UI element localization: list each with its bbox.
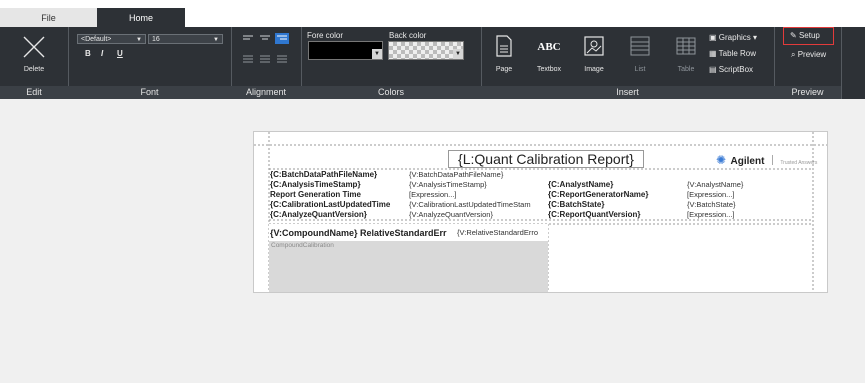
label-analyst-name[interactable]: {C:AnalystName} — [548, 180, 684, 189]
label-analysis-timestamp[interactable]: {C:AnalysisTimeStamp} — [270, 180, 406, 189]
group-label-preview: Preview — [774, 86, 841, 99]
label-report-generator-name[interactable]: {C:ReportGeneratorName} — [548, 190, 684, 199]
label-batch-data-path[interactable]: {C:BatchDataPathFileName} — [270, 170, 406, 179]
underline-button[interactable]: U — [117, 49, 123, 58]
value-batch-data-path[interactable]: {V:BatchDataPathFileName} — [409, 170, 545, 179]
table-row-label: Table Row — [718, 49, 756, 58]
align-top-left-icon — [243, 35, 253, 40]
scriptbox-button[interactable]: ▤ ScriptBox — [709, 65, 753, 74]
page-icon — [496, 35, 512, 57]
chevron-down-icon: ▼ — [136, 37, 142, 43]
agilent-wordmark: Agilent — [730, 156, 765, 167]
insert-page-label: Page — [495, 66, 513, 73]
value-batch-state[interactable]: {V:BatchState} — [687, 200, 807, 209]
agilent-logo: ✺ Agilent Trusted Answers — [716, 151, 817, 169]
value-calibration-last-updated[interactable]: {V:CalibrationLastUpdatedTimeStam — [409, 200, 547, 209]
label-batch-state[interactable]: {C:BatchState} — [548, 200, 684, 209]
value-report-generation-time[interactable]: [Expression...] — [409, 190, 545, 199]
alignment-icons — [243, 33, 289, 63]
list-icon — [630, 36, 650, 56]
compound-section[interactable]: {V:CompoundName} RelativeStandardErr {V:… — [269, 224, 548, 292]
group-label-colors: Colors — [301, 86, 481, 99]
insert-table-button[interactable]: Table — [671, 30, 701, 80]
chevron-down-icon: ▼ — [372, 49, 382, 59]
label-analyze-quant-version[interactable]: {C:AnalyzeQuantVersion} — [270, 210, 406, 219]
tab-file[interactable]: File — [0, 8, 98, 27]
value-analyze-quant-version[interactable]: {V:AnalyzeQuantVersion} — [409, 210, 545, 219]
ribbon-group-edit: Delete Edit — [0, 27, 69, 99]
group-label-insert: Insert — [481, 86, 774, 99]
back-color-picker[interactable]: ▼ — [388, 41, 464, 60]
font-family-value: <Default> — [81, 36, 112, 43]
compound-name-label[interactable]: {V:CompoundName} RelativeStandardErr — [270, 228, 455, 238]
label-calibration-last-updated[interactable]: {C:CalibrationLastUpdatedTime — [270, 200, 406, 209]
insert-textbox-label: Textbox — [536, 66, 562, 73]
agilent-tagline: Trusted Answers — [780, 160, 818, 166]
scriptbox-label: ScriptBox — [718, 65, 754, 74]
setup-icon: ✎ — [790, 31, 797, 40]
delete-icon — [23, 36, 45, 58]
bold-button[interactable]: B — [85, 49, 91, 58]
relative-std-error-value[interactable]: {V:RelativeStandardErro — [457, 228, 547, 237]
group-label-font: Font — [68, 86, 231, 99]
back-color-label: Back color — [389, 31, 427, 40]
insert-table-label: Table — [677, 66, 695, 73]
insert-list-label: List — [634, 66, 646, 73]
setup-button[interactable]: ✎ Setup — [783, 27, 834, 45]
tab-bar: File Home — [0, 0, 865, 27]
table-row-icon: ▦ — [709, 49, 717, 58]
value-analysis-timestamp[interactable]: {V:AnalysisTimeStamp} — [409, 180, 545, 189]
delete-button[interactable]: Delete — [14, 30, 54, 80]
preview-icon: ⌕ — [791, 50, 796, 59]
ribbon-group-insert: Page ABC Textbox Image List Table ▣ Grap… — [481, 27, 775, 99]
group-label-edit: Edit — [0, 86, 68, 99]
tab-home[interactable]: Home — [97, 8, 185, 27]
table-row-button[interactable]: ▦ Table Row — [709, 49, 756, 58]
ribbon: Delete Edit <Default> ▼ 16 ▼ B I U Font — [0, 27, 865, 99]
report-title[interactable]: {L:Quant Calibration Report} — [448, 150, 644, 168]
font-size-select[interactable]: 16 ▼ — [148, 34, 223, 44]
label-report-quant-version[interactable]: {C:ReportQuantVersion} — [548, 210, 684, 219]
italic-button[interactable]: I — [101, 49, 103, 58]
graphics-dropdown[interactable]: ▣ Graphics ▾ — [709, 33, 757, 42]
chevron-down-icon: ▾ — [753, 33, 758, 42]
image-icon — [584, 36, 604, 56]
value-report-quant-version[interactable]: [Expression...] — [687, 210, 807, 219]
fore-color-label: Fore color — [307, 31, 344, 40]
preview-button[interactable]: ⌕ Preview — [791, 50, 826, 60]
agilent-spark-icon: ✺ — [716, 153, 727, 167]
value-report-generator-name[interactable]: [Expression...] — [687, 190, 807, 199]
ribbon-group-preview: ✎ Setup ⌕ Preview Preview — [774, 27, 842, 99]
textbox-icon: ABC — [537, 41, 561, 53]
compound-calibration-label: CompoundCalibration — [271, 242, 334, 249]
delete-label: Delete — [23, 66, 45, 73]
compound-calibration-region[interactable]: CompoundCalibration — [269, 241, 548, 292]
chevron-down-icon: ▼ — [453, 49, 463, 59]
report-page: {L:Quant Calibration Report} ✺ Agilent T… — [253, 131, 828, 293]
fore-color-picker[interactable]: ▼ — [308, 41, 383, 60]
ribbon-group-alignment: Alignment — [231, 27, 302, 99]
insert-page-button[interactable]: Page — [489, 30, 519, 80]
label-report-generation-time[interactable]: Report Generation Time — [270, 190, 406, 199]
scriptbox-icon: ▤ — [709, 65, 717, 74]
align-top-center-icon — [260, 35, 270, 40]
table-icon — [676, 37, 696, 55]
value-analyst-name[interactable]: {V:AnalystName} — [687, 180, 807, 189]
align-bottom-icons — [243, 55, 287, 63]
chevron-down-icon: ▼ — [213, 37, 219, 43]
setup-label: Setup — [798, 31, 820, 40]
insert-image-label: Image — [584, 66, 604, 73]
graphics-label: Graphics — [718, 33, 751, 42]
font-family-select[interactable]: <Default> ▼ — [77, 34, 146, 44]
ribbon-group-colors: Fore color Back color ▼ ▼ Colors — [301, 27, 482, 99]
graphics-icon: ▣ — [709, 33, 717, 42]
ribbon-group-font: <Default> ▼ 16 ▼ B I U Font — [68, 27, 232, 99]
preview-label: Preview — [797, 50, 827, 59]
insert-image-button[interactable]: Image — [579, 30, 609, 80]
insert-textbox-button[interactable]: ABC Textbox — [533, 30, 565, 80]
insert-list-button[interactable]: List — [625, 30, 655, 80]
font-size-value: 16 — [152, 36, 160, 43]
group-label-alignment: Alignment — [231, 86, 301, 99]
